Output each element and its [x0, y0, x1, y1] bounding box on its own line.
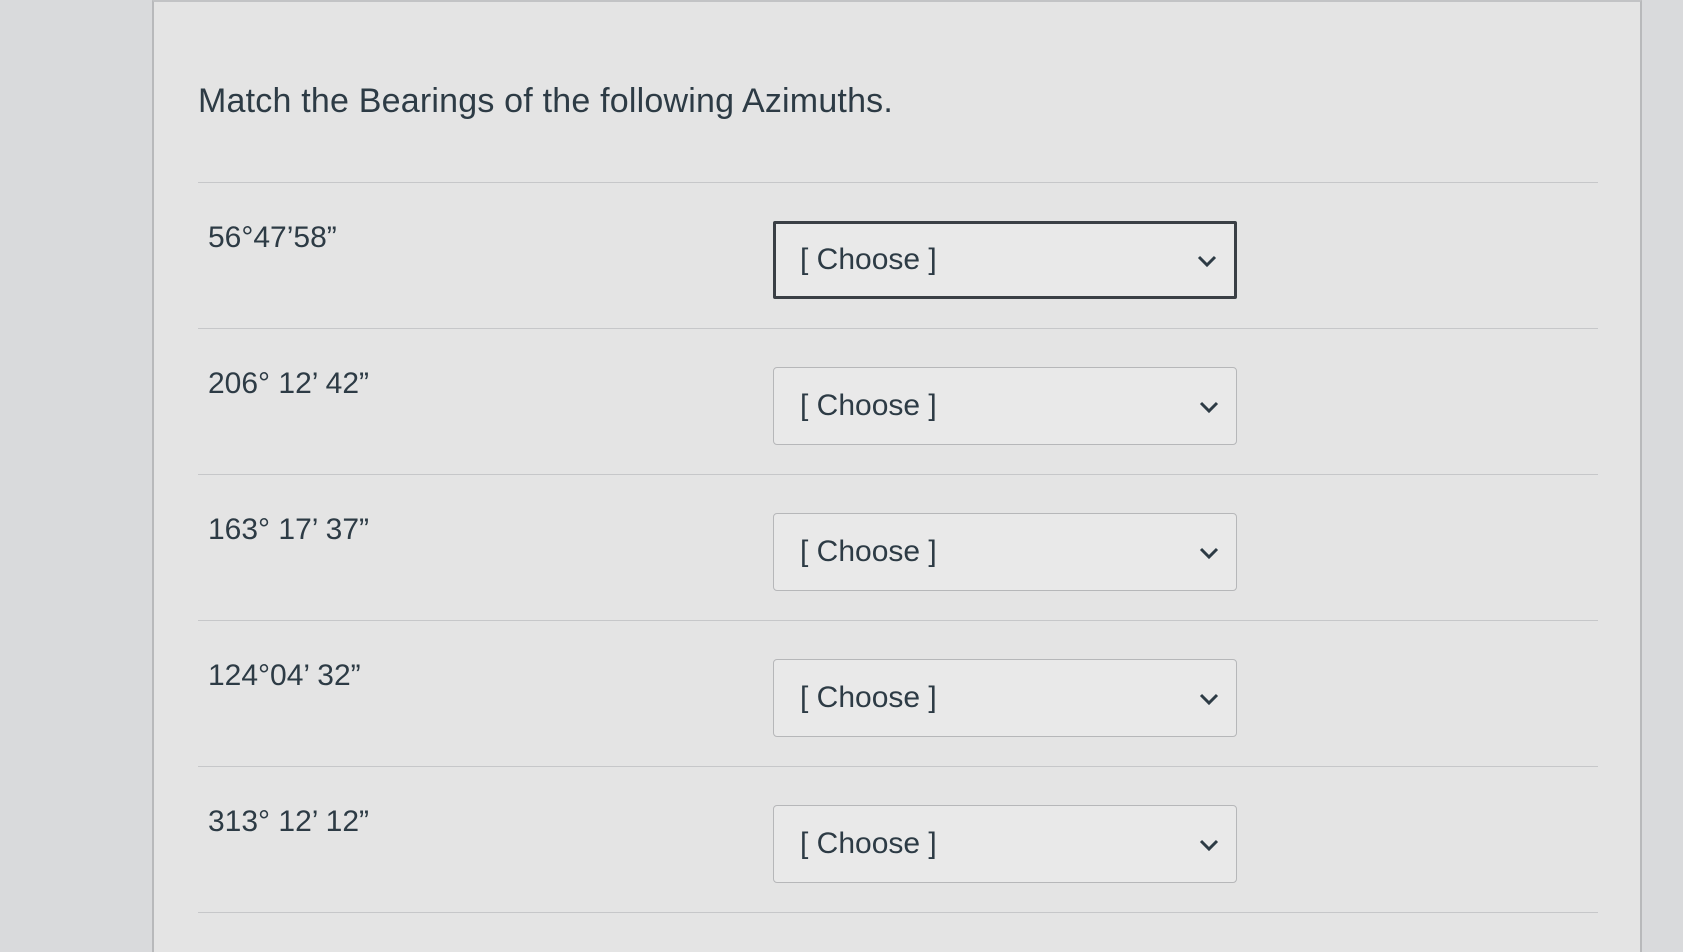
- matching-row: 313° 12’ 12” [ Choose ]: [198, 766, 1598, 913]
- matching-row: 163° 17’ 37” [ Choose ]: [198, 474, 1598, 620]
- bearing-select[interactable]: [ Choose ]: [773, 367, 1237, 445]
- chevron-down-icon: [1197, 255, 1217, 268]
- chevron-down-icon: [1199, 547, 1219, 560]
- matching-list: 56°47’58” [ Choose ] 206° 12’ 42” [ Choo…: [198, 182, 1598, 913]
- select-value: [ Choose ]: [800, 681, 937, 714]
- bearing-select[interactable]: [ Choose ]: [773, 659, 1237, 737]
- azimuth-label: 206° 12’ 42”: [208, 367, 370, 400]
- azimuth-label: 124°04’ 32”: [208, 659, 361, 692]
- question-title: Match the Bearings of the following Azim…: [198, 82, 894, 120]
- matching-row: 124°04’ 32” [ Choose ]: [198, 620, 1598, 766]
- matching-row: 206° 12’ 42” [ Choose ]: [198, 328, 1598, 474]
- azimuth-label: 313° 12’ 12”: [208, 805, 370, 838]
- azimuth-label: 56°47’58”: [208, 221, 337, 254]
- select-value: [ Choose ]: [800, 535, 937, 568]
- select-value: [ Choose ]: [800, 827, 937, 860]
- select-value: [ Choose ]: [800, 243, 937, 276]
- question-panel: Match the Bearings of the following Azim…: [152, 0, 1642, 952]
- chevron-down-icon: [1199, 693, 1219, 706]
- bearing-select[interactable]: [ Choose ]: [773, 513, 1237, 591]
- select-value: [ Choose ]: [800, 389, 937, 422]
- chevron-down-icon: [1199, 839, 1219, 852]
- azimuth-label: 163° 17’ 37”: [208, 513, 370, 546]
- chevron-down-icon: [1199, 401, 1219, 414]
- bearing-select[interactable]: [ Choose ]: [773, 221, 1237, 299]
- matching-row: 56°47’58” [ Choose ]: [198, 182, 1598, 328]
- bearing-select[interactable]: [ Choose ]: [773, 805, 1237, 883]
